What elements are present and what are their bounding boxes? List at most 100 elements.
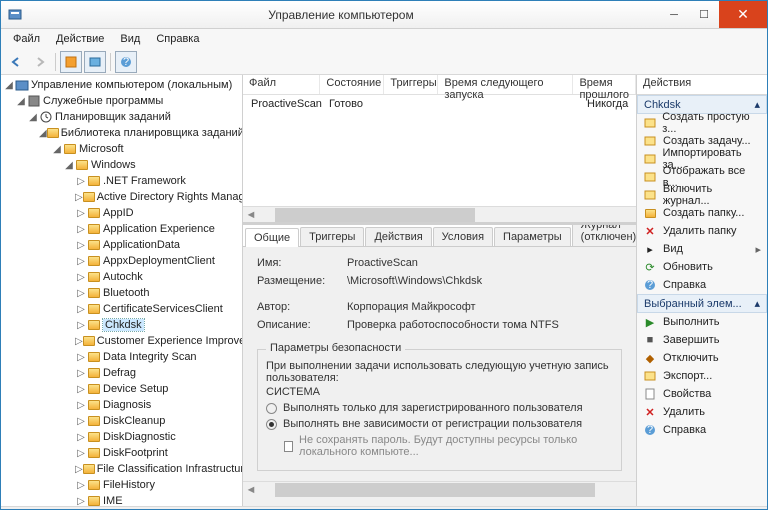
tree-folder-item[interactable]: ▷CertificateServicesClient — [1, 301, 242, 317]
svg-text:?: ? — [647, 424, 653, 436]
svg-text:?: ? — [647, 279, 653, 291]
author-label: Автор: — [257, 301, 347, 313]
tree-folder-item[interactable]: ▷AppxDeploymentClient — [1, 253, 242, 269]
task-list: Файл Состояние Триггеры Время следующего… — [243, 75, 636, 225]
col-status[interactable]: Состояние — [320, 75, 384, 94]
action-item[interactable]: Экспорт... — [637, 367, 767, 385]
show-icon — [643, 171, 657, 183]
tab-general[interactable]: Общие — [245, 228, 299, 247]
tree-folder-item[interactable]: ▷Chkdsk — [1, 317, 242, 333]
window-title: Управление компьютером — [23, 8, 659, 22]
action-item[interactable]: Включить журнал... — [637, 186, 767, 204]
tree-folder-item[interactable]: ▷Application Experience — [1, 221, 242, 237]
tree-root[interactable]: ◢Управление компьютером (локальным) — [1, 77, 242, 93]
tree-folder-item[interactable]: ▷.NET Framework — [1, 173, 242, 189]
tree-folder-item[interactable]: ▷Device Setup — [1, 381, 242, 397]
disable-icon: ◆ — [643, 352, 657, 365]
tree-folder-item[interactable]: ▷Bluetooth — [1, 285, 242, 301]
folder-icon — [643, 209, 657, 218]
tab-conditions[interactable]: Условия — [433, 227, 493, 246]
delete-icon: ✕ — [643, 225, 657, 238]
tree-folder-item[interactable]: ▷DiskCleanup — [1, 413, 242, 429]
action-item[interactable]: ▶Выполнить — [637, 313, 767, 331]
tree-services[interactable]: ◢Служебные программы — [1, 93, 242, 109]
detail-tabs: Общие Триггеры Действия Условия Параметр… — [243, 225, 636, 247]
tab-journal[interactable]: Журнал (отключен) — [572, 225, 636, 246]
tree-folder-item[interactable]: ▷File Classification Infrastructure — [1, 461, 242, 477]
radio-logged-user[interactable]: Выполнять только для зарегистрированного… — [266, 402, 613, 414]
actions-group-selected[interactable]: Выбранный элем...▴ — [637, 294, 767, 313]
task-row[interactable]: ProactiveScan Готово Никогда — [243, 95, 636, 113]
tree-folder-item[interactable]: ▷Active Directory Rights Manager — [1, 189, 242, 205]
action-item[interactable]: ⟳Обновить — [637, 258, 767, 276]
maximize-button[interactable]: ☐ — [689, 1, 719, 28]
tool-icon-2[interactable] — [84, 51, 106, 73]
col-file[interactable]: Файл — [243, 75, 320, 94]
tree-folder-item[interactable]: ▷Autochk — [1, 269, 242, 285]
help-button[interactable]: ? — [115, 51, 137, 73]
security-legend: Параметры безопасности — [266, 342, 405, 354]
tree-folder-item[interactable]: ▷Data Integrity Scan — [1, 349, 242, 365]
list-header: Файл Состояние Триггеры Время следующего… — [243, 75, 636, 95]
action-item[interactable]: Создать простую з... — [637, 114, 767, 132]
tab-actions[interactable]: Действия — [365, 227, 431, 246]
action-item[interactable]: ✕Удалить папку — [637, 222, 767, 240]
svg-text:?: ? — [123, 56, 129, 68]
forward-button[interactable] — [29, 51, 51, 73]
action-item[interactable]: ◆Отключить — [637, 349, 767, 367]
menu-action[interactable]: Действие — [48, 31, 112, 47]
details-scrollbar[interactable]: ◄ — [243, 481, 636, 497]
tab-params[interactable]: Параметры — [494, 227, 571, 246]
action-item[interactable]: ■Завершить — [637, 331, 767, 349]
menu-view[interactable]: Вид — [112, 31, 148, 47]
back-button[interactable] — [5, 51, 27, 73]
tree-scheduler[interactable]: ◢Планировщик заданий — [1, 109, 242, 125]
menu-file[interactable]: Файл — [5, 31, 48, 47]
check-no-password[interactable]: Не сохранять пароль. Будут доступны ресу… — [284, 434, 613, 458]
tree-folder-item[interactable]: ▷IME — [1, 493, 242, 506]
tree-folder-item[interactable]: ▷FileHistory — [1, 477, 242, 493]
run-icon: ▶ — [643, 316, 657, 329]
refresh-icon: ⟳ — [643, 261, 657, 274]
action-item[interactable]: ✕Удалить — [637, 403, 767, 421]
stop-icon: ■ — [643, 334, 657, 346]
tree-library[interactable]: ◢Библиотека планировщика заданий — [1, 125, 242, 141]
minimize-button[interactable]: ─ — [659, 1, 689, 28]
tree-folder-item[interactable]: ▷ApplicationData — [1, 237, 242, 253]
close-button[interactable]: ✕ — [719, 1, 767, 28]
action-item[interactable]: ?Справка — [637, 421, 767, 439]
tree-panel: ◢Управление компьютером (локальным) ◢Слу… — [1, 75, 243, 506]
actions-header: Действия — [637, 75, 767, 95]
list-scrollbar[interactable]: ◄ — [243, 206, 636, 222]
location-value: \Microsoft\Windows\Chkdsk — [347, 275, 622, 287]
tree-microsoft[interactable]: ◢Microsoft — [1, 141, 242, 157]
details-panel: Общие Триггеры Действия Условия Параметр… — [243, 225, 636, 506]
col-last[interactable]: Время прошлого — [573, 75, 636, 94]
menu-help[interactable]: Справка — [148, 31, 207, 47]
radio-any-user[interactable]: Выполнять вне зависимости от регистрации… — [266, 418, 613, 430]
tree-windows[interactable]: ◢Windows — [1, 157, 242, 173]
tree-folder-item[interactable]: ▷DiskDiagnostic — [1, 429, 242, 445]
help-icon: ? — [643, 424, 657, 436]
collapse-icon: ▴ — [754, 98, 760, 111]
tool-icon-1[interactable] — [60, 51, 82, 73]
export-icon — [643, 370, 657, 382]
tab-triggers[interactable]: Триггеры — [300, 227, 364, 246]
tree-folder-item[interactable]: ▷Defrag — [1, 365, 242, 381]
account-value: СИСТЕМА — [266, 386, 613, 398]
col-next[interactable]: Время следующего запуска — [438, 75, 573, 94]
col-triggers[interactable]: Триггеры — [384, 75, 438, 94]
delete-icon: ✕ — [643, 406, 657, 419]
task-icon — [643, 135, 657, 147]
location-label: Размещение: — [257, 275, 347, 287]
desc-value: Проверка работоспособности тома NTFS — [347, 319, 622, 331]
tree-folder-item[interactable]: ▷Customer Experience Improvem — [1, 333, 242, 349]
tree-folder-item[interactable]: ▷Diagnosis — [1, 397, 242, 413]
view-icon: ▸ — [643, 243, 657, 256]
tree-folder-item[interactable]: ▷AppID — [1, 205, 242, 221]
action-item[interactable]: ?Справка — [637, 276, 767, 294]
action-item[interactable]: ▸Вид▸ — [637, 240, 767, 258]
tree-folder-item[interactable]: ▷DiskFootprint — [1, 445, 242, 461]
help-icon: ? — [643, 279, 657, 291]
action-item[interactable]: Свойства — [637, 385, 767, 403]
